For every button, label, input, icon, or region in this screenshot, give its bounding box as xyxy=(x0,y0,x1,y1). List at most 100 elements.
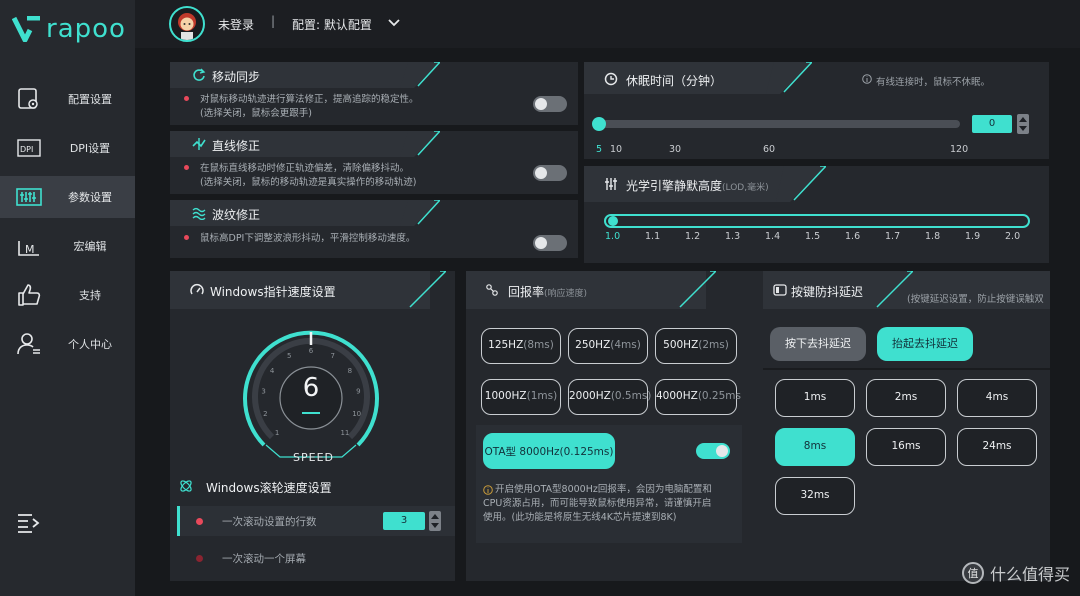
debounce-option[interactable]: 2ms xyxy=(866,379,946,417)
lod-tick: 1.5 xyxy=(805,231,821,242)
angle-snap-toggle[interactable] xyxy=(533,165,567,181)
gauge-icon xyxy=(190,284,204,295)
brand-logo: rapoo xyxy=(12,14,126,44)
main-content: 未登录 | 配置: 默认配置 移动同步 对鼠标移动轨迹进行算法修正，提高追踪的稳… xyxy=(135,0,1080,596)
rate-unit: (4ms) xyxy=(610,339,641,351)
ota-warning: 使用。(此功能是将原生无线4K芯片提速到8K) xyxy=(483,512,677,523)
sleep-tick: 60 xyxy=(763,144,776,155)
polling-title: 回报率(响应速度) xyxy=(508,283,587,300)
speed-label: SPEED xyxy=(293,451,334,464)
sleep-hint: 有线连接时，鼠标不休眠。 xyxy=(876,77,991,88)
login-status[interactable]: 未登录 xyxy=(218,16,254,33)
sidebar-item-support[interactable]: 支持 xyxy=(0,274,135,316)
sidebar-item-params[interactable]: 参数设置 xyxy=(0,176,135,218)
header-accent-stripe xyxy=(766,62,812,94)
dial-tick-label: 8 xyxy=(348,367,352,375)
sleep-tick: 30 xyxy=(669,144,682,155)
rate-value: 250HZ xyxy=(575,339,611,351)
rate-value: 4000HZ xyxy=(656,390,698,402)
menu-collapse-icon[interactable] xyxy=(16,512,40,534)
press-debounce-tab[interactable]: 按下去抖延迟 xyxy=(770,327,866,361)
sleep-tick: 120 xyxy=(950,144,969,155)
rate-option-250[interactable]: 250HZ(4ms) xyxy=(568,328,648,364)
svg-text:DPI: DPI xyxy=(20,145,33,154)
motion-sync-toggle[interactable] xyxy=(533,96,567,112)
avatar[interactable] xyxy=(169,6,205,42)
angle-snap-title: 直线修正 xyxy=(212,139,261,153)
sidebar-item-dpi[interactable]: DPI DPI设置 xyxy=(0,127,135,169)
debounce-divider xyxy=(763,368,1050,370)
ota-warning: 开启使用OTA型8000Hz回报率，会因为电脑配置和 xyxy=(495,484,712,495)
rate-option-500[interactable]: 500HZ(2ms) xyxy=(655,328,737,364)
rate-value: 1000HZ xyxy=(484,390,527,402)
bullet-dot xyxy=(184,165,189,170)
svg-text:M: M xyxy=(25,243,35,256)
sidebar-item-label: 宏编辑 xyxy=(73,240,107,253)
sidebar: rapoo 配置设置 DPI DPI设置 参数设置 M 宏编辑 支持 个人中心 xyxy=(0,0,135,596)
rapoo-logo-icon xyxy=(12,16,40,42)
sidebar-item-config[interactable]: 配置设置 xyxy=(0,78,135,120)
ripple-toggle[interactable] xyxy=(533,235,567,251)
scroll-lines-input[interactable]: 3 xyxy=(383,512,425,530)
dial-tick-label: 5 xyxy=(287,352,291,360)
dial-tick-label: 2 xyxy=(263,410,267,418)
scroll-option-screen[interactable]: 一次滚动一个屏幕 xyxy=(177,543,455,573)
scroll-option-lines[interactable]: 一次滚动设置的行数 3 xyxy=(177,506,455,536)
sleep-slider-thumb[interactable] xyxy=(592,117,606,131)
radio-dot xyxy=(196,518,203,525)
sidebar-item-label: DPI设置 xyxy=(69,142,111,155)
rate-option-1000[interactable]: 1000HZ(1ms) xyxy=(481,379,561,415)
angle-snap-note: (选择关闭，鼠标的移动轨迹是真实操作的移动轨迹) xyxy=(200,177,417,188)
rate-option-125[interactable]: 125HZ(8ms) xyxy=(481,328,561,364)
rate-option-2000[interactable]: 2000HZ(0.5ms) xyxy=(568,379,651,415)
lod-tick: 1.2 xyxy=(685,231,701,242)
user-icon xyxy=(17,333,40,355)
debounce-option[interactable]: 32ms xyxy=(775,477,855,515)
debounce-option[interactable]: 1ms xyxy=(775,379,855,417)
lod-tick: 1.6 xyxy=(845,231,861,242)
sidebar-item-label: 支持 xyxy=(79,289,101,302)
sidebar-item-label: 个人中心 xyxy=(68,338,112,351)
lod-tick: 1.9 xyxy=(965,231,981,242)
rate-value: 2000HZ xyxy=(569,390,611,402)
straight-line-icon xyxy=(192,138,206,150)
debounce-option-selected[interactable]: 8ms xyxy=(775,428,855,466)
sleep-value-input[interactable]: 0 xyxy=(972,115,1012,133)
wave-icon xyxy=(192,207,206,220)
rate-option-4000[interactable]: 4000HZ(0.25ms xyxy=(655,379,741,415)
lod-title: 光学引擎静默高度(LOD,毫米) xyxy=(626,177,769,194)
chevron-down-icon[interactable] xyxy=(387,16,401,30)
lod-tick: 1.0 xyxy=(605,231,621,242)
ripple-desc: 鼠标高DPI下调整波浪形抖动，平滑控制移动速度。 xyxy=(200,233,416,244)
debounce-panel-body: 按键防抖延迟 (按键延迟设置，防止按键误触双 按下去抖延迟 抬起去抖延迟 1ms… xyxy=(763,271,1050,581)
lod-tick: 1.3 xyxy=(725,231,741,242)
scroll-title: Windows滚轮速度设置 xyxy=(206,481,332,495)
debounce-option[interactable]: 16ms xyxy=(866,428,946,466)
scroll-option-label: 一次滚动一个屏幕 xyxy=(222,553,306,565)
scroll-option-label: 一次滚动设置的行数 xyxy=(222,516,317,528)
sidebar-item-profile[interactable]: 个人中心 xyxy=(0,323,135,365)
ota-8000hz-button[interactable]: OTA型 8000Hz(0.125ms) xyxy=(483,433,615,469)
lod-panel: 光学引擎静默高度(LOD,毫米) 1.0 1.1 1.2 1.3 1.4 1.5… xyxy=(584,166,1049,263)
lod-slider-track[interactable] xyxy=(604,214,1030,228)
header-accent-stripe xyxy=(876,271,913,308)
sensor-height-icon xyxy=(605,178,617,190)
dial-tick-label: 11 xyxy=(340,429,349,437)
sleep-title: 休眠时间（分钟） xyxy=(626,74,723,88)
scroll-lines-stepper[interactable] xyxy=(429,511,441,531)
sleep-stepper[interactable] xyxy=(1017,114,1029,134)
header-accent-stripe xyxy=(776,166,826,202)
ota-toggle[interactable] xyxy=(696,443,730,459)
motion-sync-note: (选择关闭，鼠标会更跟手) xyxy=(200,108,312,119)
selected-indicator xyxy=(177,506,180,536)
sidebar-item-macro[interactable]: M 宏编辑 xyxy=(0,225,135,267)
profile-selector[interactable]: 配置: 默认配置 xyxy=(292,16,372,33)
lod-slider-thumb[interactable] xyxy=(608,216,618,226)
release-debounce-tab[interactable]: 抬起去抖延迟 xyxy=(877,327,973,361)
debounce-option[interactable]: 24ms xyxy=(957,428,1037,466)
sleep-slider-track[interactable] xyxy=(598,120,960,128)
debounce-title: 按键防抖延迟 xyxy=(791,285,864,299)
debounce-option[interactable]: 4ms xyxy=(957,379,1037,417)
sleep-tick: 10 xyxy=(610,144,623,155)
topbar-divider: | xyxy=(271,14,276,28)
